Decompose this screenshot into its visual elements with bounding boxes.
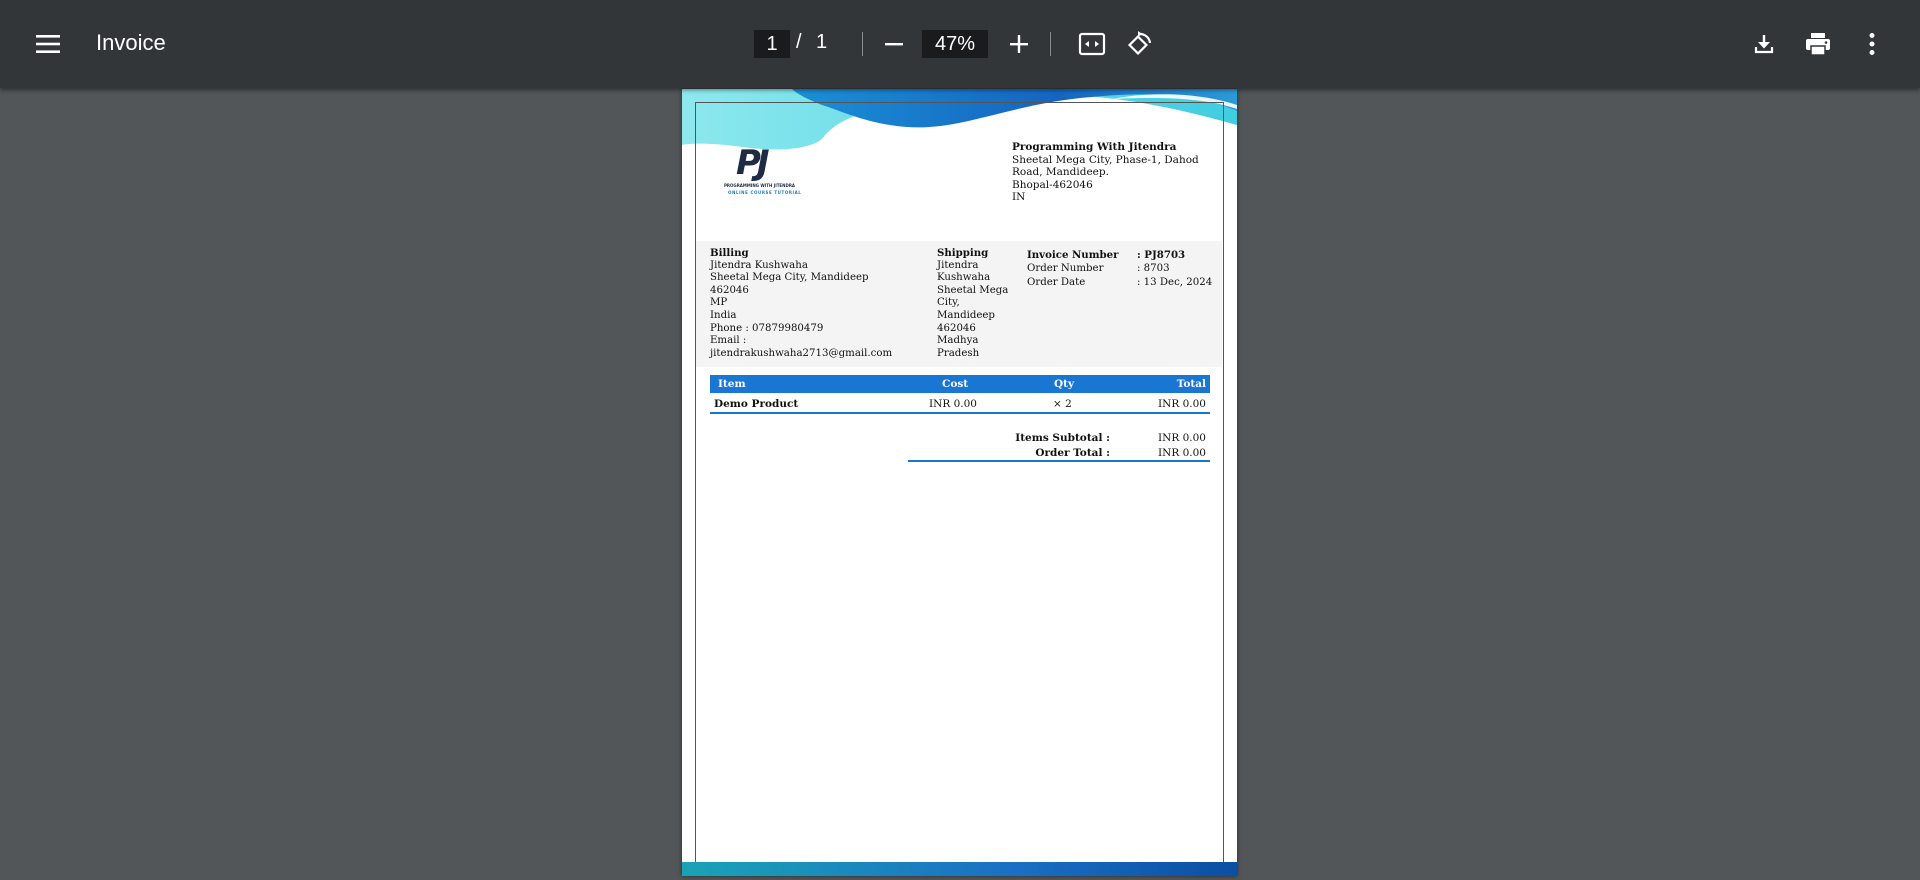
shipping-line: Pradesh [937, 347, 980, 359]
document-title: Invoice [96, 30, 166, 55]
billing-heading: Billing [710, 247, 749, 259]
company-name: Programming With Jitendra [1012, 141, 1177, 153]
item-cost: INR 0.00 [929, 398, 977, 410]
shipping-address: Shipping Jitendra Kushwaha Sheetal Mega … [937, 247, 1008, 360]
shipping-line: Madhya [937, 335, 979, 347]
pdf-toolbar: Invoice 1 / 1 47% [0, 0, 1920, 88]
order-number-label: Order Number [1027, 263, 1104, 274]
table-row: Demo Product INR 0.00 × 2 INR 0.00 [710, 395, 1210, 414]
invoice-number-value: : PJ8703 [1137, 249, 1186, 261]
logo-tagline: ONLINE COURSE TUTORIAL [728, 190, 802, 195]
column-header-total: Total [1176, 378, 1206, 390]
page-number-input[interactable]: 1 [754, 30, 790, 58]
billing-line: MP [710, 297, 728, 309]
shipping-line: Jitendra [937, 259, 979, 271]
shipping-line: Mandideep [937, 309, 995, 321]
address-line: IN [1012, 191, 1026, 204]
footer-band [682, 862, 1237, 876]
zoom-in-icon [1010, 35, 1028, 53]
billing-line: Sheetal Mega City, Mandideep [710, 272, 869, 284]
fit-to-page-button[interactable] [1076, 28, 1108, 60]
address-line: Bhopal-462046 [1012, 178, 1093, 191]
billing-address: Billing Jitendra Kushwaha Sheetal Mega C… [710, 247, 892, 360]
order-total-label: Order Total : [1035, 447, 1110, 459]
company-logo: PJ PROGRAMMING WITH JITENDRA ONLINE COUR… [724, 143, 804, 199]
order-number-value: : 8703 [1137, 263, 1170, 274]
zoom-in-button[interactable] [1003, 28, 1035, 60]
billing-line: Phone : 07879980479 [710, 322, 824, 334]
page-total: 1 [816, 31, 828, 53]
print-icon [1806, 33, 1830, 56]
item-total: INR 0.00 [1158, 398, 1206, 410]
company-address: Programming With Jitendra Sheetal Mega C… [1012, 141, 1199, 204]
toolbar-divider [862, 32, 863, 56]
item-name: Demo Product [714, 398, 799, 410]
items-table-header: Item Cost Qty Total [710, 375, 1210, 393]
page-separator: / [796, 31, 802, 53]
rotate-icon [1127, 31, 1152, 56]
menu-button[interactable] [26, 24, 70, 64]
billing-line: 462046 [710, 284, 749, 296]
billing-line: India [710, 309, 737, 321]
shipping-line: Sheetal Mega [937, 284, 1009, 296]
order-date-value: : 13 Dec, 2024 [1137, 277, 1213, 288]
toolbar-divider [1050, 32, 1051, 56]
invoice-details: Invoice Number : PJ8703 Order Number : 8… [1027, 248, 1212, 290]
column-header-qty: Qty [1054, 378, 1075, 390]
column-header-cost: Cost [942, 378, 969, 390]
totals-section: Items Subtotal : INR 0.00 Order Total : … [912, 431, 1210, 461]
zoom-out-button[interactable] [878, 28, 910, 60]
download-icon [1754, 35, 1774, 54]
invoice-page: PJ PROGRAMMING WITH JITENDRA ONLINE COUR… [682, 89, 1237, 876]
item-qty: × 2 [1053, 398, 1072, 410]
order-date-label: Order Date [1027, 277, 1086, 288]
zoom-level-input[interactable]: 47% [922, 30, 988, 58]
shipping-line: Kushwaha [937, 272, 991, 284]
download-button[interactable] [1748, 28, 1780, 60]
logo-mark: PJ [736, 143, 770, 183]
address-line: Sheetal Mega City, Phase-1, Dahod [1012, 153, 1199, 166]
billing-line: jitendrakushwaha2713@gmail.com [710, 347, 893, 359]
address-line: Road, Mandideep. [1012, 166, 1109, 179]
billing-line: Jitendra Kushwaha [710, 259, 808, 271]
fit-to-page-icon [1078, 32, 1106, 56]
menu-icon [36, 35, 60, 53]
shipping-line: 462046 [937, 322, 976, 334]
totals-divider [908, 460, 1210, 462]
column-header-item: Item [718, 378, 746, 390]
shipping-heading: Shipping [937, 247, 989, 259]
more-icon [1869, 33, 1875, 55]
zoom-out-icon [885, 43, 903, 46]
logo-subtitle: PROGRAMMING WITH JITENDRA [724, 183, 795, 188]
page-border [695, 102, 1224, 876]
invoice-number-label: Invoice Number [1027, 249, 1119, 261]
shipping-line: City, [937, 297, 960, 309]
rotate-button[interactable] [1124, 28, 1156, 60]
more-options-button[interactable] [1856, 28, 1888, 60]
subtotal-label: Items Subtotal : [1015, 432, 1110, 444]
order-total-value: INR 0.00 [1158, 447, 1206, 459]
billing-line: Email : [710, 335, 747, 347]
print-button[interactable] [1800, 26, 1836, 62]
subtotal-value: INR 0.00 [1158, 432, 1206, 444]
